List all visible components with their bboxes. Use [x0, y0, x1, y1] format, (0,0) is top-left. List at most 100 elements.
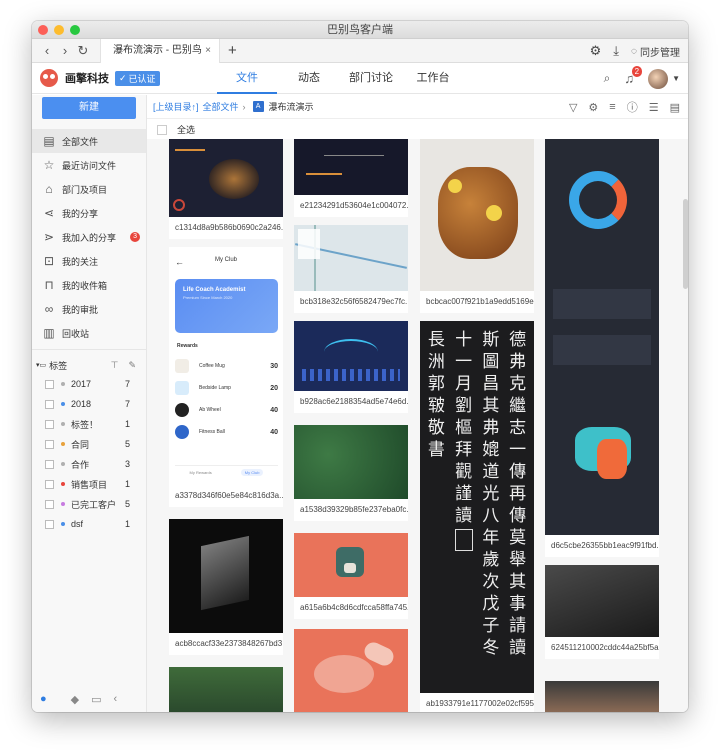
file-card[interactable]: bcb318e32c56f6582479ec7fc...	[294, 225, 408, 313]
chevron-down-icon[interactable]: ▼	[672, 74, 680, 83]
forward-icon[interactable]: ›	[56, 43, 74, 58]
tab-activity[interactable]: 动态	[279, 63, 339, 94]
sidebar-item-following[interactable]: ⊡ 我的关注	[32, 249, 146, 273]
tag-item[interactable]: 销售项目 1	[32, 474, 146, 494]
tag-item[interactable]: 标签！ 1	[32, 414, 146, 434]
file-card[interactable]: acb8ccacf33e2373848267bd3...	[169, 519, 283, 655]
tag-checkbox[interactable]	[45, 459, 54, 469]
desktop-icon[interactable]: ▭	[91, 693, 101, 706]
tag-checkbox[interactable]	[45, 439, 54, 449]
sidebar-item-recent[interactable]: ☆ 最近访问文件	[32, 153, 146, 177]
tag-item[interactable]: 已完工客户 5	[32, 494, 146, 514]
file-thumbnail	[545, 681, 659, 712]
tab-close-icon[interactable]: ×	[205, 39, 211, 63]
tag-count: 1	[124, 479, 130, 489]
joined-share-icon: ⋗	[43, 230, 55, 244]
tag-toggle-icon[interactable]: ▾▭	[36, 361, 46, 369]
collapse-icon[interactable]: ‹	[114, 693, 118, 705]
sidebar-item-approvals[interactable]: ∞ 我的审批	[32, 297, 146, 321]
tag-item[interactable]: 合作 3	[32, 454, 146, 474]
file-card[interactable]: bcbcac007f921b1a9edd5169e...	[420, 139, 534, 313]
tag-checkbox[interactable]	[45, 499, 54, 509]
tab-files[interactable]: 文件	[217, 63, 277, 94]
sidebar-item-inbox[interactable]: ⊓ 我的收件箱	[32, 273, 146, 297]
tag-label: 2017	[71, 379, 92, 389]
wrench-icon[interactable]: ✎	[128, 360, 136, 371]
info-icon[interactable]: ⓘ	[627, 99, 638, 115]
new-tab-button[interactable]: +	[228, 42, 237, 59]
avatar[interactable]	[648, 68, 669, 89]
sort-icon[interactable]: ☰	[649, 101, 659, 114]
file-card[interactable]: 624511210002cddc44a25bf5a...	[545, 565, 659, 659]
file-card[interactable]	[294, 629, 408, 712]
close-window-button[interactable]	[38, 25, 48, 35]
file-thumbnail	[545, 139, 659, 535]
tag-color-dot	[61, 522, 65, 526]
file-card[interactable]: 長洲郭皲敬書 十一月劉樞拜觀謹讀 斯圖昌其弗媲道光八年歲次戊子冬 德弗克繼志一傳…	[420, 321, 534, 712]
zoom-window-button[interactable]	[70, 25, 80, 35]
calligraphy-char: 郭	[427, 374, 445, 394]
download-icon[interactable]: ⤓	[613, 43, 619, 59]
window-title: 巴别鸟客户端	[327, 24, 393, 36]
tab-department-discussion[interactable]: 部门讨论	[341, 63, 401, 94]
filter-icon[interactable]: ⊤	[111, 360, 119, 371]
tag-item[interactable]: dsf 1	[32, 514, 146, 534]
tags-header[interactable]: ▾▭ 标签 ⊤ ✎	[32, 356, 146, 374]
file-name: a1538d39329b85fe237eba0fc...	[300, 505, 408, 514]
breadcrumb-all-files[interactable]: 全部文件	[203, 100, 239, 113]
filter-icon[interactable]: ▽	[569, 101, 577, 114]
select-all-row[interactable]: 全选	[147, 119, 688, 141]
tag-checkbox[interactable]	[45, 419, 54, 429]
sidebar-item-my-shares[interactable]: ⋖ 我的分享	[32, 201, 146, 225]
tag-checkbox[interactable]	[45, 519, 54, 529]
sync-manage-button[interactable]: ◌ 同步管理	[631, 44, 680, 59]
sidebar-item-all-files[interactable]: ▤ 全部文件	[32, 129, 146, 153]
mockup-nav-tab: My Club	[240, 469, 264, 476]
file-card[interactable]	[169, 667, 283, 712]
back-icon[interactable]: ‹	[38, 43, 56, 58]
scrollbar[interactable]	[683, 199, 688, 289]
tag-label: dsf	[71, 519, 84, 529]
columns-icon[interactable]: ▤	[670, 101, 680, 114]
search-icon[interactable]: ⌕	[604, 71, 611, 86]
tag-item[interactable]: 2018 7	[32, 394, 146, 414]
settings-gear-icon[interactable]: ⚙	[590, 43, 602, 59]
tag-item[interactable]: 2017 7	[32, 374, 146, 394]
gear-icon[interactable]: ⚙	[588, 101, 598, 114]
tag-item[interactable]: 合同 5	[32, 434, 146, 454]
notification-badge: 2	[631, 66, 643, 77]
file-card[interactable]	[545, 681, 659, 712]
app-header: 画擎科技 ✓ 已认证 文件 动态 部门讨论 工作台 ⌕ ♫ 2 ▼	[32, 63, 688, 94]
reload-icon[interactable]: ↻	[74, 43, 92, 59]
file-card[interactable]: e21234291d53604e1c004072...	[294, 139, 408, 217]
sidebar-item-departments[interactable]: ⌂ 部门及项目	[32, 177, 146, 201]
select-all-checkbox[interactable]	[157, 124, 167, 135]
file-thumbnail	[545, 565, 659, 637]
tag-count: 5	[124, 439, 130, 449]
android-icon[interactable]: ◆	[71, 693, 79, 706]
chat-icon[interactable]: ●	[40, 693, 47, 705]
tag-color-dot	[61, 402, 65, 406]
tag-checkbox[interactable]	[45, 479, 54, 489]
file-card[interactable]: d6c5cbe26355bb1eac9f91fbd...	[545, 139, 659, 557]
file-card[interactable]: a615a6b4c8d6cdfcca58ffa745...	[294, 533, 408, 619]
sidebar-item-trash[interactable]: ▥ 回收站	[32, 321, 146, 345]
list-view-icon[interactable]: ≡	[609, 101, 615, 113]
file-card[interactable]: c1314d8a9b586b0690c2a246...	[169, 139, 283, 239]
sidebar-item-joined-shares[interactable]: ⋗ 我加入的分享 3	[32, 225, 146, 249]
app-window: 巴别鸟客户端 ‹ › ↻ 瀑布流演示 - 巴别鸟 × + ⚙ ⤓ ◌ 同步管理 …	[32, 21, 688, 712]
calligraphy-column: 十一月劉樞拜觀謹讀	[454, 329, 473, 685]
new-button[interactable]: 新建	[42, 97, 136, 119]
file-card[interactable]: ← My Club Life Coach Academist Premium S…	[169, 247, 283, 507]
file-card[interactable]: a1538d39329b85fe237eba0fc...	[294, 425, 408, 521]
parent-folder-link[interactable]: [上级目录↑]	[153, 100, 199, 113]
bell-icon[interactable]: ♫ 2	[624, 66, 643, 86]
tag-count: 1	[124, 519, 130, 529]
tag-checkbox[interactable]	[45, 399, 54, 409]
minimize-window-button[interactable]	[54, 25, 64, 35]
tab-workbench[interactable]: 工作台	[403, 63, 463, 94]
file-card[interactable]: b928ac6e2188354ad5e74e6d...	[294, 321, 408, 413]
tag-checkbox[interactable]	[45, 379, 54, 389]
calligraphy-char: 洲	[427, 352, 445, 372]
browser-tab[interactable]: 瀑布流演示 - 巴别鸟 ×	[100, 38, 220, 63]
